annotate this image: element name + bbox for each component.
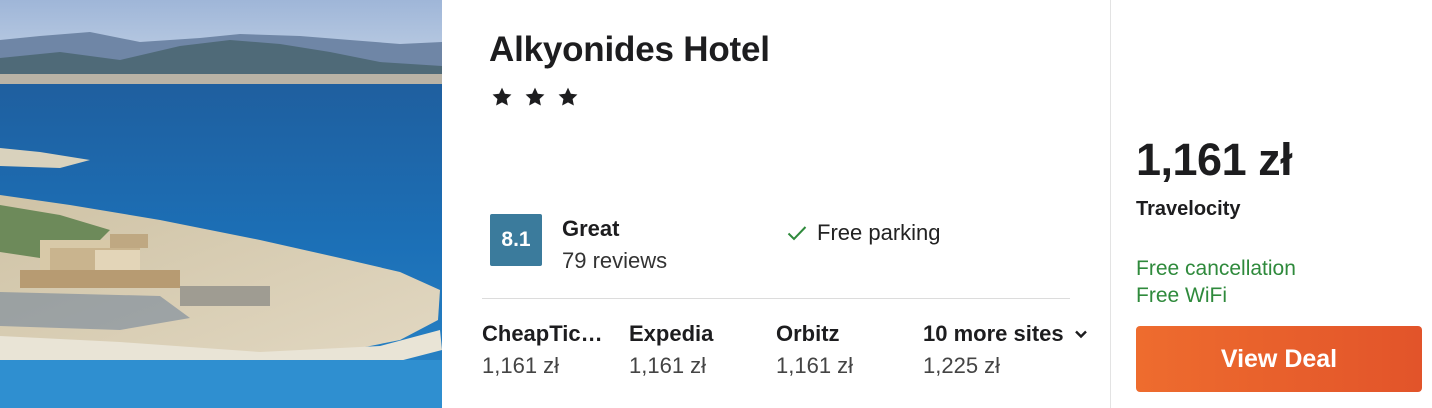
hotel-photo[interactable] bbox=[0, 0, 442, 408]
more-sites-label: 10 more sites bbox=[923, 321, 1064, 346]
amenity-label: Free parking bbox=[817, 220, 941, 245]
site-cheaptickets[interactable]: CheapTic… 1,161 zł bbox=[482, 320, 622, 380]
star-icon bbox=[491, 86, 513, 108]
divider bbox=[482, 298, 1070, 299]
hotel-name[interactable]: Alkyonides Hotel bbox=[489, 30, 770, 70]
amenity-free-parking: Free parking bbox=[787, 220, 941, 246]
perk-free-cancellation: Free cancellation bbox=[1136, 257, 1296, 280]
site-price: 1,161 zł bbox=[482, 353, 560, 378]
site-expedia[interactable]: Expedia 1,161 zł bbox=[629, 320, 769, 380]
site-name: Orbitz bbox=[776, 321, 840, 346]
price-comparison: CheapTic… 1,161 zł Expedia 1,161 zł Orbi… bbox=[482, 320, 1102, 390]
star-icon bbox=[557, 86, 579, 108]
deal-provider: Travelocity bbox=[1136, 198, 1241, 220]
rating-text: Great 79 reviews bbox=[562, 217, 667, 273]
deal-price: 1,161 zł bbox=[1136, 134, 1293, 185]
checkmark-icon bbox=[787, 225, 807, 241]
score-badge: 8.1 bbox=[490, 214, 542, 266]
hotel-info: Alkyonides Hotel 8.1 Great 79 reviews Fr… bbox=[442, 0, 1110, 408]
review-count: 79 reviews bbox=[562, 248, 668, 273]
hotel-photo-image bbox=[0, 0, 442, 408]
site-name: Expedia bbox=[629, 321, 714, 346]
chevron-down-icon bbox=[1074, 329, 1088, 339]
star-icon bbox=[524, 86, 546, 108]
rating-label: Great bbox=[562, 216, 620, 241]
site-name: CheapTic… bbox=[482, 321, 603, 346]
more-sites-price: 1,225 zł bbox=[923, 353, 1001, 378]
site-price: 1,161 zł bbox=[629, 353, 707, 378]
more-sites-row: 10 more sites bbox=[923, 320, 1113, 348]
deal-panel: 1,161 zł Travelocity Free cancellation F… bbox=[1111, 0, 1432, 408]
hotel-result-card: Alkyonides Hotel 8.1 Great 79 reviews Fr… bbox=[0, 0, 1432, 408]
review-rating[interactable]: 8.1 Great 79 reviews bbox=[490, 214, 667, 273]
site-orbitz[interactable]: Orbitz 1,161 zł bbox=[776, 320, 916, 380]
more-sites-dropdown[interactable]: 10 more sites 1,225 zł bbox=[923, 320, 1113, 380]
perk-free-wifi: Free WiFi bbox=[1136, 284, 1227, 307]
site-price: 1,161 zł bbox=[776, 353, 854, 378]
star-rating bbox=[491, 86, 579, 108]
view-deal-button[interactable]: View Deal bbox=[1136, 326, 1422, 392]
